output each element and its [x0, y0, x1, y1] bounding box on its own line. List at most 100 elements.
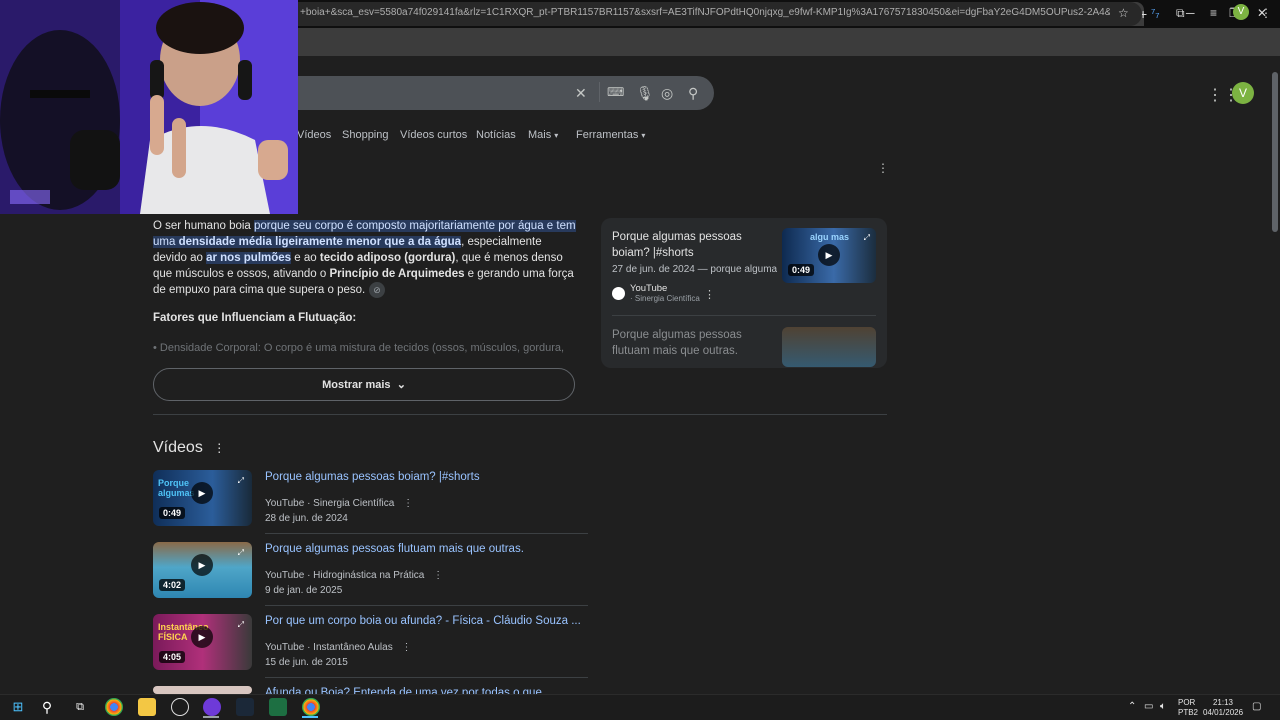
expand-icon: ⤢: [237, 620, 244, 629]
show-more-label: Mostrar mais: [322, 378, 391, 391]
taskbar-search-icon[interactable]: ⚲: [38, 698, 56, 716]
translate-extension-icon[interactable]: ⁷₇: [1151, 6, 1159, 20]
extensions-icon[interactable]: ⧉: [1176, 6, 1185, 21]
windows-start-icon[interactable]: ⊞: [9, 698, 27, 716]
search-divider: [599, 82, 600, 102]
tab-news[interactable]: Notícias: [476, 129, 516, 141]
video-row-separator: [265, 605, 588, 606]
ai-overview-menu-icon[interactable]: ⋮: [877, 161, 889, 175]
obs-taskbar-icon[interactable]: [203, 698, 221, 716]
video-title-1[interactable]: Porque algumas pessoas boiam? |#shorts: [265, 471, 585, 483]
clear-search-icon[interactable]: ✕: [575, 85, 587, 102]
taskbar-running-indicator: [203, 716, 219, 718]
webcam-overlay: [0, 0, 298, 214]
tab-search-icon[interactable]: ≡: [1210, 6, 1217, 20]
tray-chevron-icon[interactable]: ⌃: [1128, 701, 1136, 712]
chevron-down-icon: ▾: [554, 131, 559, 140]
video-thumbnail-1[interactable]: Porque algumas ▶ ⤢ 0:49: [153, 470, 252, 526]
network-icon[interactable]: ▭: [1144, 701, 1153, 712]
tab-more-label: Mais: [528, 129, 552, 141]
steam-taskbar-icon[interactable]: [236, 698, 254, 716]
video-thumbnail-4[interactable]: [153, 686, 252, 694]
side-card-source: YouTube: [630, 283, 668, 294]
expand-icon: ⤢: [237, 476, 244, 485]
play-icon: ▶: [191, 554, 213, 576]
taskbar-active-indicator: [302, 716, 318, 718]
excel-taskbar-icon[interactable]: [269, 698, 287, 716]
side-thumb-text: algu mas: [810, 232, 850, 242]
play-icon: ▶: [818, 244, 840, 266]
chrome-active-taskbar-icon[interactable]: [302, 698, 320, 716]
video-duration-2: 4:02: [159, 579, 186, 591]
google-account-avatar[interactable]: V: [1232, 82, 1254, 104]
video-title-4[interactable]: Afunda ou Boia? Entenda de uma vez por t…: [265, 687, 585, 694]
keyboard-icon[interactable]: ⌨: [607, 85, 624, 99]
language-indicator[interactable]: POR PTB2: [1178, 698, 1198, 718]
browser-profile-avatar[interactable]: V: [1233, 4, 1249, 20]
tab-videos[interactable]: Vídeos: [297, 129, 331, 141]
video-menu-icon[interactable]: ⋮: [433, 570, 443, 581]
expand-icon: ⤢: [237, 548, 244, 557]
volume-icon[interactable]: 🔈︎: [1160, 701, 1166, 712]
side-card-separator: [612, 315, 876, 316]
app-circle-icon[interactable]: [171, 698, 189, 716]
side-card-title[interactable]: Porque algumas pessoas boiam? |#shorts: [612, 229, 774, 261]
tab-tools-label: Ferramentas: [576, 129, 639, 141]
side-card-thumbnail[interactable]: algu mas ▶ ⤢ 0:49: [782, 228, 876, 283]
video-date-2: 9 de jan. de 2025: [265, 585, 343, 596]
tab-short-videos[interactable]: Vídeos curtos: [400, 129, 467, 141]
browser-menu-icon[interactable]: ⋮: [1260, 6, 1272, 20]
factors-heading: Fatores que Influenciam a Flutuação:: [153, 312, 357, 324]
video-title-2[interactable]: Porque algumas pessoas flutuam mais que …: [265, 543, 585, 555]
video-date-3: 15 de jun. de 2015: [265, 657, 348, 668]
address-url[interactable]: +boia+&sca_esv=5580a74f029141fa&rlz=1C1R…: [300, 7, 1110, 18]
side-card-thumbnail-2[interactable]: [782, 327, 876, 367]
tab-shopping[interactable]: Shopping: [342, 129, 389, 141]
videos-menu-icon[interactable]: ⋮: [213, 441, 225, 455]
video-thumbnail-2[interactable]: ▶ ⤢ 4:02: [153, 542, 252, 598]
videos-heading: Vídeos ⋮: [153, 439, 225, 457]
tab-tools[interactable]: Ferramentas ▾: [576, 129, 645, 141]
faded-bullet: • Densidade Corporal: O corpo é uma mist…: [153, 342, 565, 354]
side-card-meta: 27 de jun. de 2024 — porque alguma...: [612, 264, 777, 275]
tab-more[interactable]: Mais ▾: [528, 129, 558, 141]
minimize-icon[interactable]: ─: [1186, 6, 1195, 20]
play-icon: ▶: [191, 626, 213, 648]
chrome-taskbar-icon[interactable]: [105, 698, 123, 716]
video-date-1: 28 de jun. de 2024: [265, 513, 348, 524]
side-card-title-2[interactable]: Porque algumas pessoas flutuam mais que …: [612, 327, 777, 359]
video-source-2: YouTube · Hidroginástica na Prática ⋮: [265, 570, 444, 581]
microphone-icon[interactable]: 🎙︎: [636, 85, 654, 102]
video-source-1: YouTube · Sinergia Científica ⋮: [265, 498, 414, 509]
notifications-icon[interactable]: ▢: [1252, 701, 1261, 712]
streamer-webcam-image: [0, 0, 298, 214]
video-thumbnail-3[interactable]: Instantâneo FÍSICA ▶ ⤢ 4:05: [153, 614, 252, 670]
task-view-icon[interactable]: ⧉: [71, 698, 89, 716]
screen: { "browser": { "tabs": [ {"label": "(99+…: [0, 0, 1280, 720]
search-icon[interactable]: ⚲: [688, 85, 698, 102]
source-link-icon[interactable]: ⊘: [369, 282, 385, 298]
video-menu-icon[interactable]: ⋮: [403, 498, 413, 509]
video-duration-3: 4:05: [159, 651, 186, 663]
video-title-3[interactable]: Por que um corpo boia ou afunda? - Físic…: [265, 615, 585, 627]
video-row-separator: [265, 533, 588, 534]
expand-icon: ⤢: [863, 233, 870, 242]
video-menu-icon[interactable]: ⋮: [401, 642, 411, 653]
video-duration-1: 0:49: [159, 507, 186, 519]
play-icon: ▶: [191, 482, 213, 504]
side-card-duration: 0:49: [788, 264, 815, 276]
videos-heading-label: Vídeos: [153, 439, 203, 456]
chevron-down-icon: ▾: [641, 131, 646, 140]
video-source-3: YouTube · Instantâneo Aulas ⋮: [265, 642, 412, 653]
scrollbar-thumb[interactable]: [1272, 72, 1278, 232]
lens-camera-icon[interactable]: ◎: [661, 85, 673, 102]
chevron-down-icon: ⌄: [396, 379, 406, 391]
section-divider: [153, 414, 887, 415]
file-explorer-icon[interactable]: [138, 698, 156, 716]
side-card-menu-icon[interactable]: ⋮: [704, 288, 715, 301]
show-more-button[interactable]: Mostrar mais ⌄: [153, 368, 575, 401]
bookmark-star-icon[interactable]: ☆: [1118, 6, 1129, 20]
windows-taskbar: [0, 694, 1280, 720]
clock[interactable]: 21:13 04/01/2026: [1203, 698, 1243, 718]
side-card-channel: · Sinergia Científica: [630, 294, 700, 303]
